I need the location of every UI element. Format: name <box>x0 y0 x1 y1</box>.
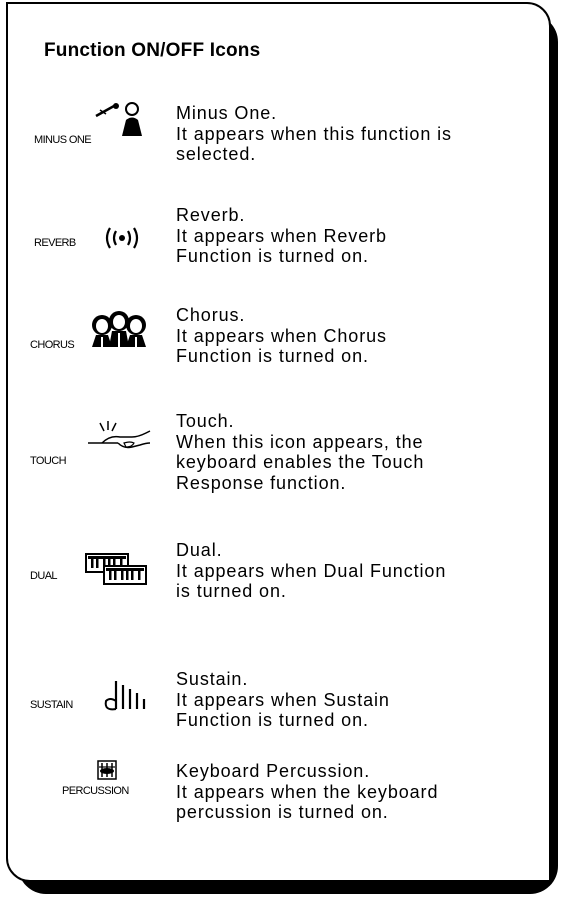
description-text: Chorus. It appears when Chorus Function … <box>176 305 387 366</box>
icon-label: SUSTAIN <box>30 699 73 711</box>
touch-icon <box>88 421 152 455</box>
icon-label: REVERB <box>34 237 76 249</box>
icon-label: TOUCH <box>30 455 67 467</box>
minus-one-icon <box>92 100 162 136</box>
description-text: Sustain. It appears when Sustain Functio… <box>176 669 390 730</box>
description-text: Keyboard Percussion. It appears when the… <box>176 761 439 822</box>
page-title: Function ON/OFF Icons <box>44 40 261 61</box>
description-text: Reverb. It appears when Reverb Function … <box>176 205 387 266</box>
description-text: Touch. When this icon appears, the keybo… <box>176 411 425 493</box>
icon-label: CHORUS <box>30 339 75 351</box>
chorus-icon <box>88 311 150 351</box>
description-text: Minus One. It appears when this function… <box>176 103 452 164</box>
reverb-icon <box>100 225 144 251</box>
description-text: Dual. It appears when Dual Function is t… <box>176 540 447 601</box>
icon-reference-card: Function ON/OFF Icons MINUS ONE Minus On… <box>6 2 551 882</box>
percussion-icon <box>96 759 118 781</box>
icon-label: DUAL <box>30 570 58 582</box>
dual-icon <box>84 552 150 586</box>
sustain-icon <box>102 679 154 713</box>
icon-label: PERCUSSION <box>62 785 129 797</box>
icon-label: MINUS ONE <box>34 134 92 146</box>
